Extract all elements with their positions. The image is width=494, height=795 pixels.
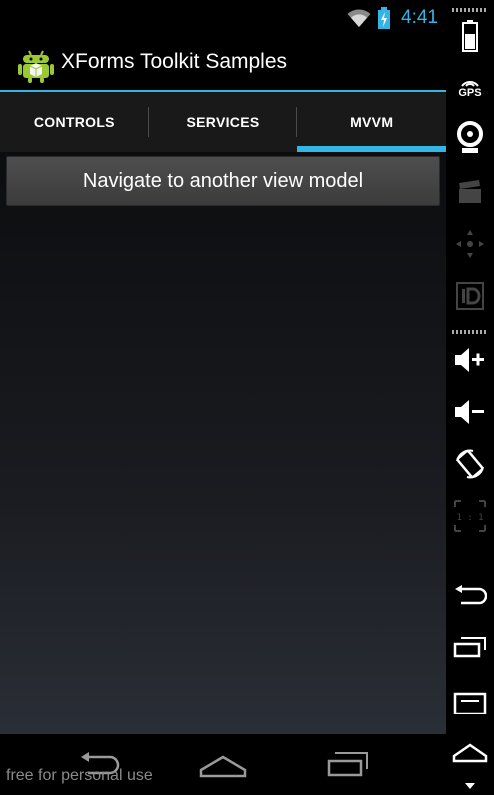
side-menu-button[interactable] bbox=[446, 680, 494, 724]
back-icon bbox=[455, 585, 487, 605]
gps-label: GPS bbox=[458, 87, 482, 99]
gps-button[interactable]: GPS bbox=[446, 66, 494, 110]
toolbar-separator bbox=[452, 8, 488, 12]
scale-button[interactable]: 1 : 1 bbox=[446, 494, 494, 538]
recent-apps-icon bbox=[327, 752, 368, 777]
volume-up-icon bbox=[455, 348, 484, 372]
dpad-button[interactable] bbox=[446, 222, 494, 266]
rotate-button[interactable] bbox=[446, 442, 494, 486]
volume-down-icon bbox=[455, 400, 484, 424]
battery-charging-icon bbox=[378, 7, 391, 29]
side-home-button[interactable] bbox=[446, 730, 494, 774]
rotate-icon bbox=[456, 449, 484, 479]
id-button[interactable] bbox=[446, 274, 494, 318]
recent-apps-icon bbox=[453, 637, 486, 658]
navigate-button-label: Navigate to another view model bbox=[82, 169, 364, 192]
home-icon bbox=[199, 755, 247, 778]
main-content: Navigate to another view model bbox=[0, 152, 446, 734]
wifi-icon bbox=[347, 9, 371, 27]
tab-controls[interactable]: CONTROLS bbox=[0, 92, 149, 152]
device-screen: 4:41 XForms Toolkit Samples CONTROLS SER… bbox=[0, 0, 447, 795]
status-time: 4:41 bbox=[401, 7, 438, 28]
menu-icon bbox=[453, 692, 487, 714]
side-recent-apps-button[interactable] bbox=[446, 626, 494, 670]
screenrecord-button[interactable] bbox=[446, 170, 494, 214]
status-icons: 4:41 bbox=[347, 6, 438, 30]
volume-down-button[interactable] bbox=[446, 390, 494, 434]
emulator-toolbar: GPS 1: 1 bbox=[446, 0, 494, 795]
camera-button[interactable] bbox=[446, 116, 494, 160]
app-title: XForms Toolkit Samples bbox=[61, 50, 288, 73]
id-icon bbox=[456, 282, 484, 310]
tab-label: SERVICES bbox=[186, 114, 260, 130]
battery-button[interactable] bbox=[446, 14, 494, 58]
tab-bar: CONTROLS SERVICES MVVM bbox=[0, 92, 447, 152]
status-bar: 4:41 bbox=[0, 0, 446, 36]
home-button[interactable] bbox=[195, 748, 251, 782]
battery-icon bbox=[462, 20, 478, 52]
watermark-text: free for personal use bbox=[6, 767, 153, 784]
tab-label: MVVM bbox=[350, 114, 394, 130]
dpad-icon bbox=[456, 230, 484, 258]
scale-icon: 1 : 1 bbox=[454, 500, 486, 532]
home-icon bbox=[452, 743, 488, 763]
scale-label: 1 : 1 bbox=[456, 513, 483, 523]
tab-services[interactable]: SERVICES bbox=[149, 92, 298, 152]
emulator-window: 4:41 XForms Toolkit Samples CONTROLS SER… bbox=[0, 0, 494, 795]
side-back-button[interactable] bbox=[446, 574, 494, 618]
toolbar-separator bbox=[452, 330, 488, 334]
android-app-icon[interactable] bbox=[16, 44, 56, 84]
tab-label: CONTROLS bbox=[33, 114, 115, 130]
gps-icon bbox=[461, 81, 479, 87]
camera-icon bbox=[457, 121, 483, 153]
navigate-view-model-button[interactable]: Navigate to another view model bbox=[6, 156, 440, 206]
action-bar: XForms Toolkit Samples bbox=[0, 36, 446, 90]
clapperboard-icon bbox=[459, 180, 481, 203]
toolbar-more-arrow-icon[interactable] bbox=[465, 783, 475, 789]
recent-apps-button[interactable] bbox=[320, 748, 376, 782]
volume-up-button[interactable] bbox=[446, 338, 494, 382]
tab-mvvm[interactable]: MVVM bbox=[297, 92, 447, 152]
navigation-bar bbox=[0, 734, 446, 795]
